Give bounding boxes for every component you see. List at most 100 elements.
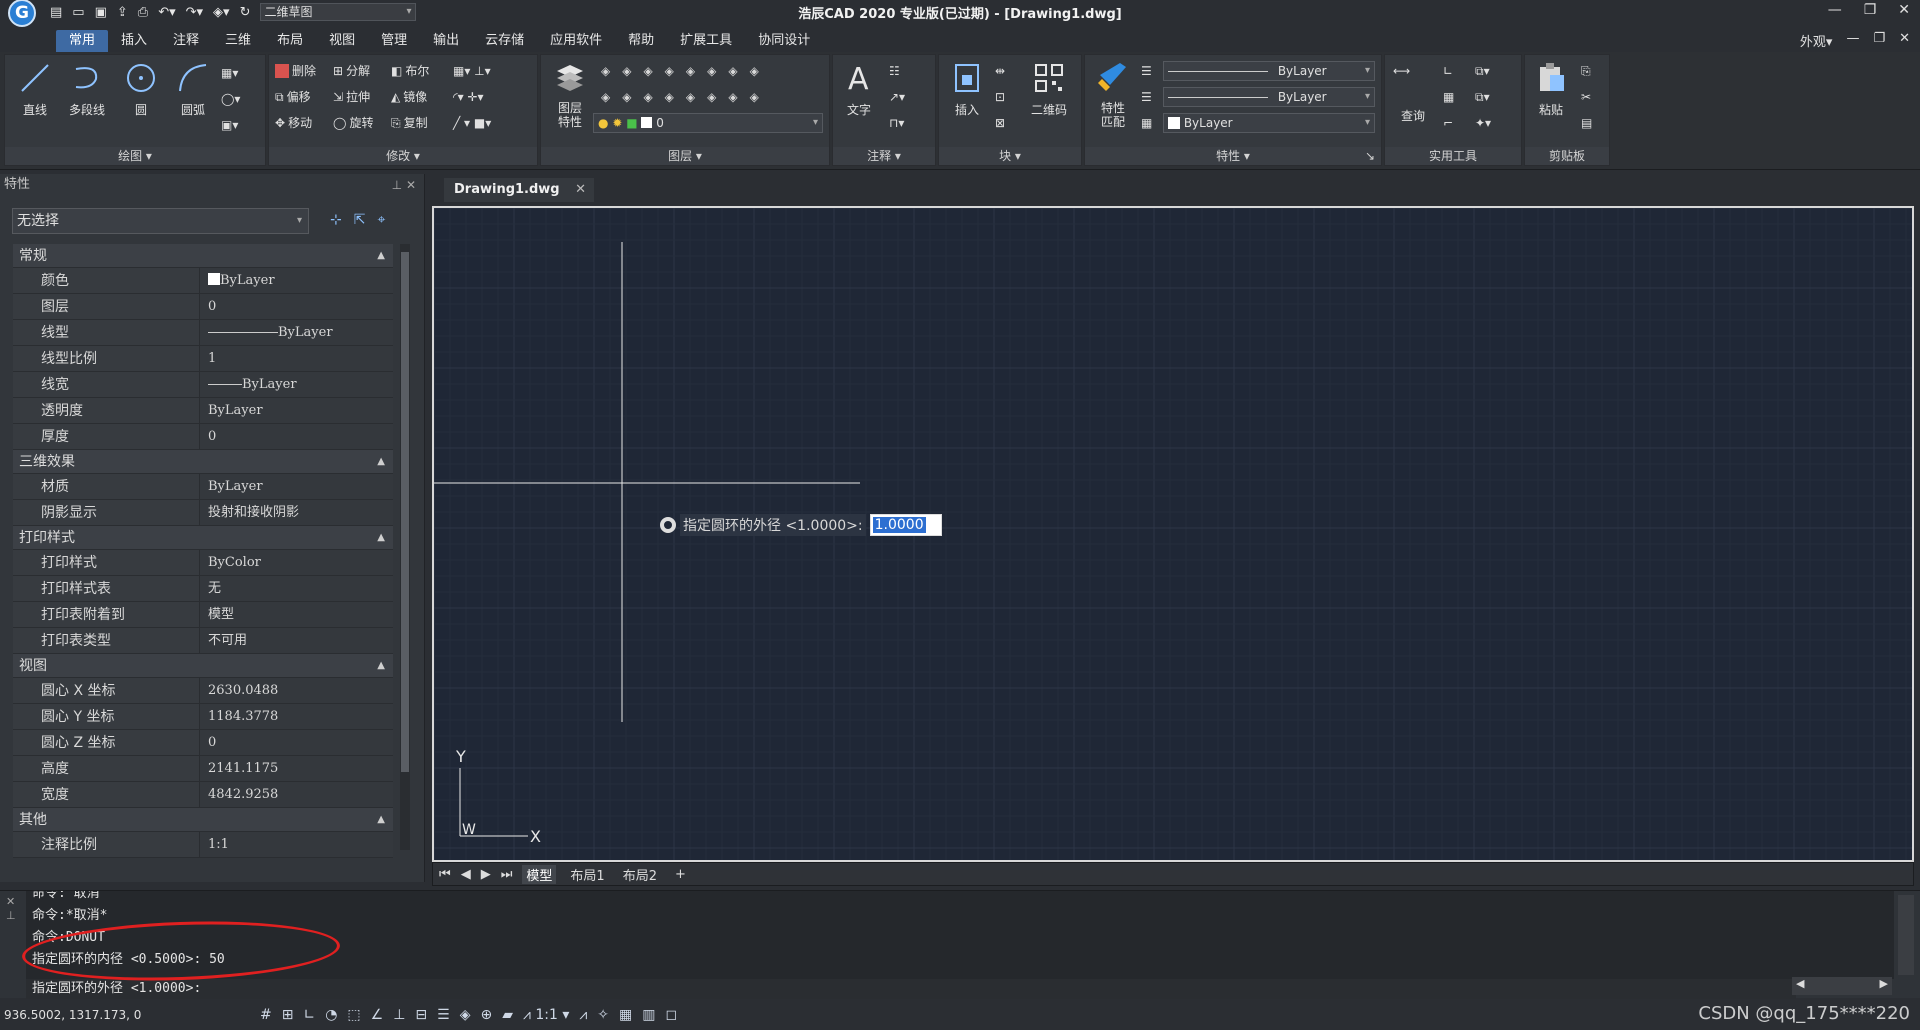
copy-button[interactable]: ⎘ 复制 <box>391 113 428 133</box>
prop-row-material[interactable]: 材质 ByLayer <box>13 474 393 500</box>
ellipse-icon[interactable]: ◯▾ <box>221 89 240 109</box>
match-properties-button[interactable]: 特性 匹配 <box>1091 61 1135 129</box>
prop-row-linetype[interactable]: 线型 ByLayer <box>13 320 393 346</box>
tab-output[interactable]: 输出 <box>420 30 472 52</box>
grid-display-icon[interactable]: # <box>260 1007 272 1023</box>
array-icon[interactable]: ▦▾ ⊥▾ <box>453 61 491 81</box>
prop-row-transparency[interactable]: 透明度 ByLayer <box>13 398 393 424</box>
mirror-button[interactable]: ◭ 镜像 <box>391 87 427 107</box>
scroll-right-icon[interactable]: ▶ <box>1880 977 1888 995</box>
prop-value[interactable]: 无 <box>199 576 393 601</box>
layer-tools-row-2[interactable]: ◈◈◈◈◈◈◈◈ <box>601 87 771 107</box>
block-create-icon[interactable]: ⊡ <box>995 87 1005 107</box>
prop-row-width[interactable]: 宽度 4842.9258 <box>13 782 393 808</box>
prop-row-plot-style[interactable]: 打印样式 ByColor <box>13 550 393 576</box>
prop-row-lineweight[interactable]: 线宽 ByLayer <box>13 372 393 398</box>
block-edit-icon[interactable]: ⇹ <box>995 61 1005 81</box>
text-button[interactable]: A 文字 <box>837 61 881 118</box>
prop-value[interactable]: 不可用 <box>199 628 393 653</box>
toolbar-lock-icon[interactable]: ▥ <box>642 1007 655 1023</box>
explode-button[interactable]: ⊞ 分解 <box>333 61 370 81</box>
prev-layout-icon[interactable]: ◀ <box>461 867 471 882</box>
qrcode-button[interactable]: 二维码 <box>1027 61 1071 118</box>
drawing-canvas[interactable]: Y X W 指定圆环的外径 <1.0000>: 1.0000 <box>432 206 1914 862</box>
new-file-icon[interactable]: ▤ <box>50 5 62 20</box>
prop-row-shadow[interactable]: 阴影显示 投射和接收阴影 <box>13 500 393 526</box>
doc-minimize-icon[interactable]: — <box>1846 31 1859 50</box>
print-icon[interactable]: ⎙ <box>138 5 148 20</box>
properties-scroll-thumb[interactable] <box>401 252 409 772</box>
command-scrollbar[interactable] <box>1898 895 1914 975</box>
prop-row-center-y[interactable]: 圆心 Y 坐标 1184.3778 <box>13 704 393 730</box>
prop-row-linetype-scale[interactable]: 线型比例 1 <box>13 346 393 372</box>
dynamic-input-field[interactable]: 1.0000 <box>869 514 942 536</box>
doc-close-icon[interactable]: ✕ <box>1899 31 1910 50</box>
command-hscrollbar[interactable]: ◀ ▶ <box>1792 977 1892 995</box>
angle-icon[interactable]: ∟ <box>1443 61 1453 81</box>
tab-3d[interactable]: 三维 <box>212 30 264 52</box>
section-misc[interactable]: 其他 ▲ <box>13 808 393 832</box>
layer-properties-button[interactable]: 图层 特性 <box>547 61 593 129</box>
tab-manage[interactable]: 管理 <box>368 30 420 52</box>
measure-icon[interactable]: ⟷ <box>1393 61 1410 81</box>
paste-button[interactable]: 粘贴 <box>1529 61 1573 118</box>
next-layout-icon[interactable]: ▶ <box>481 867 491 882</box>
tab-help[interactable]: 帮助 <box>615 30 667 52</box>
polyline-button[interactable]: 多段线 <box>65 61 109 118</box>
prop-value[interactable]: ByColor <box>199 550 393 575</box>
region-icon[interactable]: ▣▾ <box>221 115 238 135</box>
arc-button[interactable]: 圆弧 <box>171 61 215 118</box>
dynamic-input-icon[interactable]: ⊟ <box>415 1007 427 1023</box>
snap-tracking-icon[interactable]: ∠ <box>371 1007 384 1023</box>
annotation-scale-icon[interactable]: ⩘ 1:1 ▾ <box>523 1007 569 1023</box>
quick-select-icon[interactable]: ✦▾ <box>1475 113 1491 133</box>
prop-value[interactable]: ByLayer <box>199 320 393 345</box>
color-dropdown[interactable]: ByLayer ▾ <box>1163 61 1375 81</box>
block-panel-title[interactable]: 块 ▾ <box>939 147 1081 165</box>
select-similar-icon[interactable]: ⧉▾ <box>1475 61 1490 81</box>
workspace-switch-icon[interactable]: ▦ <box>619 1007 632 1023</box>
tab-insert[interactable]: 插入 <box>108 30 160 52</box>
layer-tools-row-1[interactable]: ◈◈◈◈◈◈◈◈ <box>601 61 771 81</box>
prop-value[interactable]: 投射和接收阴影 <box>199 500 393 525</box>
offset-button[interactable]: ⧉ 偏移 <box>275 87 311 107</box>
annotation-visibility-icon[interactable]: ⩘ <box>579 1007 587 1023</box>
close-tab-icon[interactable]: ✕ <box>575 178 586 202</box>
line-button[interactable]: 直线 <box>13 61 57 118</box>
table-icon[interactable]: ☷ <box>889 61 900 81</box>
redo-icon[interactable]: ↷▾ <box>186 5 203 20</box>
panel-launcher-icon[interactable]: ↘ <box>1365 147 1375 165</box>
prop-row-layer[interactable]: 图层 0 <box>13 294 393 320</box>
query-button[interactable]: 查询 <box>1391 85 1435 124</box>
object-snap-icon[interactable]: ⬚ <box>347 1007 360 1023</box>
quick-select-palette-icon[interactable]: ⌖ <box>377 212 385 228</box>
paste-special-icon[interactable]: ▤ <box>1581 113 1592 133</box>
prop-row-plot-type[interactable]: 打印表类型 不可用 <box>13 628 393 654</box>
copy-clip-icon[interactable]: ⎘ <box>1581 61 1591 81</box>
tab-home[interactable]: 常用 <box>56 30 109 52</box>
add-layout-button[interactable]: + <box>671 867 690 882</box>
tab-annotate[interactable]: 注释 <box>160 30 212 52</box>
section-general[interactable]: 常规 ▲ <box>13 244 393 268</box>
section-view[interactable]: 视图 ▲ <box>13 654 393 678</box>
command-input[interactable]: 指定圆环的外径 <1.0000>: <box>26 979 1796 999</box>
draw-panel-title[interactable]: 绘图 ▾ <box>5 147 265 165</box>
layers-panel-title[interactable]: 图层 ▾ <box>541 147 829 165</box>
prop-row-center-x[interactable]: 圆心 X 坐标 2630.0488 <box>13 678 393 704</box>
open-file-icon[interactable]: ▭ <box>72 5 84 20</box>
select-objects-icon[interactable]: ⇱ <box>354 212 366 228</box>
clean-screen-icon[interactable]: ◻ <box>666 1007 678 1023</box>
point-icon[interactable]: ⌐ <box>1443 113 1453 133</box>
cut-icon[interactable]: ✂ <box>1581 87 1591 107</box>
tab-collaboration[interactable]: 协同设计 <box>745 30 823 52</box>
command-window-close-icon[interactable]: ✕ ⊥ <box>6 895 16 923</box>
prop-row-center-z[interactable]: 圆心 Z 坐标 0 <box>13 730 393 756</box>
prop-value[interactable]: 0 <box>199 294 393 319</box>
save-as-icon[interactable]: ⇪ <box>117 5 128 20</box>
prop-value[interactable]: 1:1 <box>199 832 393 857</box>
quick-properties-icon[interactable]: ◈ <box>460 1007 471 1023</box>
selection-dropdown[interactable]: 无选择 ▾ <box>12 208 309 234</box>
properties-scrollbar[interactable] <box>400 244 410 850</box>
prop-row-thickness[interactable]: 厚度 0 <box>13 424 393 450</box>
stretch-button[interactable]: ⇲ 拉伸 <box>333 87 370 107</box>
